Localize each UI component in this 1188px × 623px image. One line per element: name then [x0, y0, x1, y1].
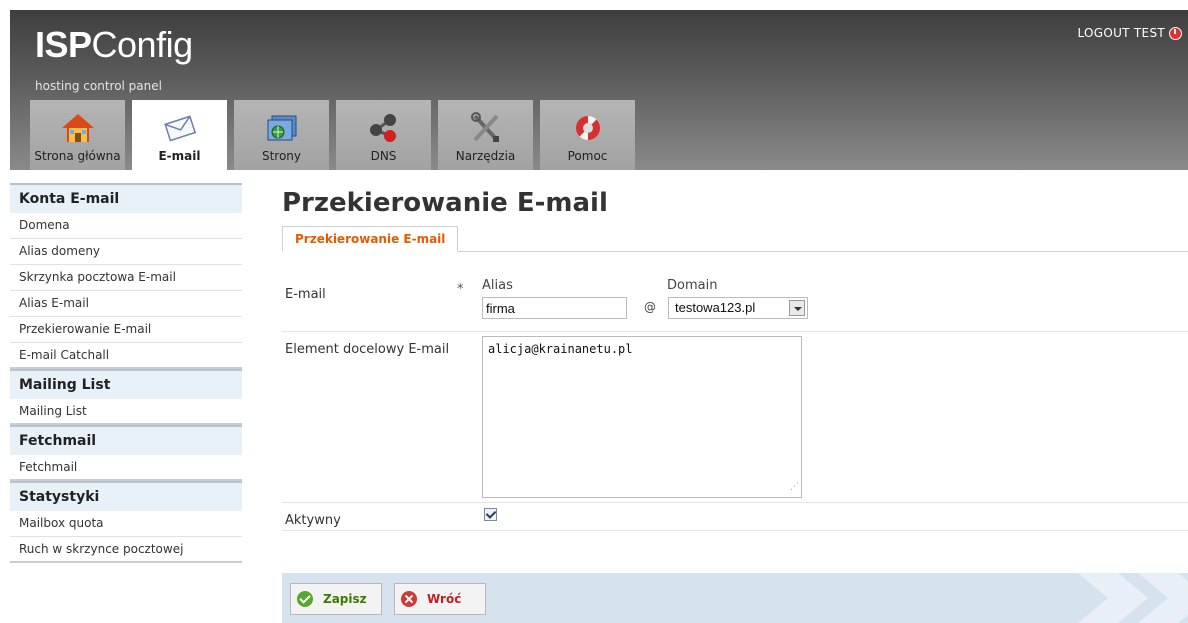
main-content: Przekierowanie E-mail Przekierowanie E-m… — [282, 183, 1188, 531]
tab-email[interactable]: E-mail — [132, 100, 227, 170]
tab-label: DNS — [370, 149, 397, 163]
tagline: hosting control panel — [35, 79, 162, 93]
logout-label: LOGOUT TEST — [1077, 26, 1165, 40]
active-row: Aktywny — [282, 503, 1188, 531]
tab-label: Strona główna — [34, 149, 121, 163]
cancel-icon — [401, 591, 417, 607]
tab-email-forward[interactable]: Przekierowanie E-mail — [282, 226, 459, 252]
button-bar: Zapisz Wróć — [282, 573, 1188, 623]
required-mark: * — [457, 282, 464, 297]
alias-label: Alias — [482, 278, 513, 293]
home-icon — [61, 114, 94, 142]
tab-help[interactable]: Pomoc — [540, 100, 635, 170]
destination-label: Element docelowy E-mail — [285, 342, 450, 357]
brand-logo: ISPConfig — [35, 24, 193, 65]
sidebar-heading: Konta E-mail — [10, 183, 242, 213]
save-button[interactable]: Zapisz — [290, 583, 382, 615]
active-label: Aktywny — [285, 513, 341, 528]
form-tabs: Przekierowanie E-mail — [282, 226, 1188, 252]
save-label: Zapisz — [323, 592, 367, 606]
page-title: Przekierowanie E-mail — [282, 188, 608, 218]
network-icon — [369, 114, 396, 142]
domain-select[interactable]: testowa123.pl — [668, 297, 808, 319]
envelope-icon — [163, 115, 196, 142]
tab-home[interactable]: Strona główna — [30, 100, 125, 170]
lifebuoy-icon — [575, 115, 600, 141]
sidebar-group-statistics: Statystyki Mailbox quota Ruch w skrzynce… — [10, 481, 242, 563]
sidebar-item-domain-alias[interactable]: Alias domeny — [10, 239, 242, 265]
sidebar-heading: Statystyki — [10, 481, 242, 511]
tab-label: Pomoc — [567, 149, 608, 163]
tab-label: Strony — [261, 149, 302, 163]
email-label: E-mail — [285, 287, 326, 302]
sidebar-heading: Mailing List — [10, 369, 242, 399]
tab-label: Narzędzia — [455, 149, 516, 163]
check-icon — [297, 591, 313, 607]
alias-input[interactable] — [482, 297, 627, 319]
header: ISPConfig hosting control panel LOGOUT T… — [10, 10, 1188, 170]
email-row: E-mail * Alias @ Domain testowa123.pl — [282, 252, 1188, 332]
destination-textarea[interactable]: alicja@krainanetu.pl — [482, 336, 802, 498]
power-icon — [1169, 26, 1182, 40]
domain-selected-value: testowa123.pl — [675, 300, 756, 315]
globe-icon — [267, 115, 296, 141]
sidebar-group-mailing-list: Mailing List Mailing List — [10, 369, 242, 425]
chevron-decoration-icon — [1078, 573, 1188, 623]
resize-grip-icon[interactable]: ⋰ — [790, 482, 800, 492]
tab-sites[interactable]: Strony — [234, 100, 329, 170]
sidebar-item-email-forward[interactable]: Przekierowanie E-mail — [10, 317, 242, 343]
back-button[interactable]: Wróć — [394, 583, 486, 615]
tab-dns[interactable]: DNS — [336, 100, 431, 170]
sidebar-item-mailbox-quota[interactable]: Mailbox quota — [10, 511, 242, 537]
sidebar-item-fetchmail[interactable]: Fetchmail — [10, 455, 242, 481]
logout-link[interactable]: LOGOUT TEST — [1077, 26, 1182, 40]
sidebar: Konta E-mail Domena Alias domeny Skrzynk… — [10, 183, 242, 563]
tab-tools[interactable]: Narzędzia — [438, 100, 533, 170]
sidebar-item-mailing-list[interactable]: Mailing List — [10, 399, 242, 425]
back-label: Wróć — [427, 592, 462, 606]
domain-label: Domain — [667, 278, 718, 293]
tools-icon — [470, 112, 499, 142]
sidebar-item-catchall[interactable]: E-mail Catchall — [10, 343, 242, 369]
main-tabs: Strona główna E-mail Strony DNS Narzędzi… — [30, 100, 642, 170]
sidebar-item-mailbox[interactable]: Skrzynka pocztowa E-mail — [10, 265, 242, 291]
sidebar-item-email-alias[interactable]: Alias E-mail — [10, 291, 242, 317]
sidebar-heading: Fetchmail — [10, 425, 242, 455]
sidebar-item-mailbox-traffic[interactable]: Ruch w skrzynce pocztowej — [10, 537, 242, 563]
sidebar-group-email-accounts: Konta E-mail Domena Alias domeny Skrzynk… — [10, 183, 242, 369]
at-sign: @ — [644, 300, 656, 314]
active-checkbox[interactable] — [484, 508, 497, 521]
sidebar-group-fetchmail: Fetchmail Fetchmail — [10, 425, 242, 481]
destination-row: Element docelowy E-mail alicja@krainanet… — [282, 332, 1188, 503]
tab-label: E-mail — [158, 149, 201, 163]
sidebar-item-domain[interactable]: Domena — [10, 213, 242, 239]
chevron-down-icon[interactable] — [789, 300, 805, 316]
